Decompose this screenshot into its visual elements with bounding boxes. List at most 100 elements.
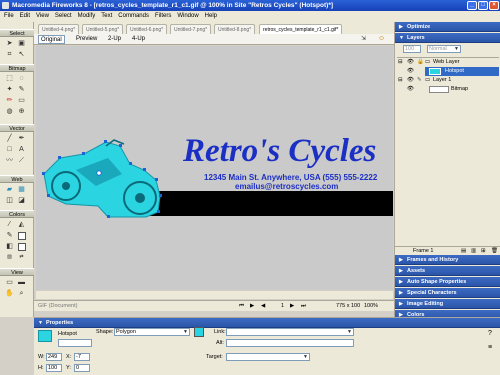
eye-icon[interactable]: 👁 [407, 76, 414, 85]
menu-file[interactable]: File [0, 13, 17, 19]
lasso-tool-icon[interactable]: ◌ [17, 74, 26, 83]
paint-bucket-icon[interactable]: ◭ [17, 220, 26, 229]
rectangle-tool-icon[interactable]: □ [5, 145, 14, 154]
show-slices-icon[interactable]: ◪ [17, 196, 26, 205]
tab-untitled-4[interactable]: Untitled-4.png* [38, 24, 80, 34]
pencil-icon[interactable]: ✎ [417, 76, 422, 85]
layer-row-web[interactable]: ⊟ 👁 🔒 ▭ Web Layer [395, 58, 500, 67]
blur-tool-icon[interactable]: ◍ [5, 107, 14, 116]
freeform-tool-icon[interactable]: 〰 [5, 156, 14, 165]
prev-frame-icon[interactable]: ◀ [261, 301, 265, 311]
play-icon[interactable]: ▶ [250, 301, 254, 311]
zoom-level[interactable]: 100% [364, 301, 378, 311]
eye-icon[interactable]: 👁 [407, 85, 414, 94]
x-field[interactable]: -7 [74, 353, 90, 361]
minimize-button[interactable]: _ [467, 1, 477, 10]
menu-view[interactable]: View [33, 13, 52, 19]
scale-tool-icon[interactable]: ▣ [17, 39, 26, 48]
shape-select[interactable]: Polygon ▼ [114, 328, 190, 336]
tab-retros-cycles[interactable]: retros_cycles_template_r1_c1.gif* [259, 24, 343, 34]
menu-window[interactable]: Window [174, 13, 201, 19]
layer-opacity-field[interactable]: 100 [403, 45, 421, 53]
layer-row-hotspot[interactable]: 👁 Hotspot [395, 67, 500, 76]
menu-filters[interactable]: Filters [152, 13, 174, 19]
eye-icon[interactable]: 👁 [407, 58, 414, 67]
hotspot-tool-icon[interactable]: ▰ [5, 185, 14, 194]
object-name-field[interactable] [58, 339, 92, 347]
panel-auto-shape-header[interactable]: ▶ Auto Shape Properties [395, 277, 500, 287]
rubber-stamp-icon[interactable]: ⊕ [17, 107, 26, 116]
default-colors-icon[interactable]: ▨ [5, 253, 14, 262]
pointer-tool-icon[interactable]: ➤ [5, 39, 14, 48]
hotspot-color-swatch[interactable] [194, 327, 204, 337]
lock-icon[interactable]: 🔒 [417, 58, 424, 67]
tab-untitled-7[interactable]: Untitled-7.png* [170, 24, 212, 34]
last-frame-icon[interactable]: ⏭ [301, 301, 306, 311]
first-frame-icon[interactable]: ⏮ [239, 301, 244, 311]
view-original-button[interactable]: Original [38, 35, 65, 44]
panel-frames-history-header[interactable]: ▶ Frames and History [395, 255, 500, 265]
menu-edit[interactable]: Edit [17, 13, 33, 19]
expand-icon[interactable]: ⊟ [398, 58, 403, 67]
alt-field[interactable] [226, 339, 354, 347]
layer-row-layer1[interactable]: ⊟ 👁 ✎ ▭ Layer 1 [395, 76, 500, 85]
view-2up-button[interactable]: 2-Up [106, 35, 123, 44]
slice-tool-icon[interactable]: ▦ [17, 185, 26, 194]
fill-color-swatch[interactable] [18, 243, 26, 251]
standard-screen-icon[interactable]: ▭ [5, 278, 14, 287]
expand-icon[interactable]: ⊟ [398, 76, 403, 85]
eye-icon[interactable]: 👁 [407, 67, 414, 76]
pencil-tool-icon[interactable]: ✏ [5, 96, 14, 105]
panel-layers-header[interactable]: ▼ Layers [395, 33, 500, 43]
close-button[interactable]: × [489, 1, 499, 10]
w-field[interactable]: 249 [46, 353, 62, 361]
full-screen-icon[interactable]: ▬ [17, 278, 26, 287]
panel-options-icon[interactable]: ≡ [488, 344, 492, 351]
target-select[interactable]: ▼ [226, 353, 310, 361]
menu-modify[interactable]: Modify [75, 13, 99, 19]
crop-tool-icon[interactable]: ⌗ [5, 50, 14, 59]
horizontal-scrollbar[interactable] [36, 291, 393, 299]
canvas[interactable]: Retro's Cycles 12345 Main St. Anywhere, … [36, 46, 393, 290]
marquee-tool-icon[interactable]: ⬚ [5, 74, 14, 83]
menu-select[interactable]: Select [52, 13, 75, 19]
text-tool-icon[interactable]: A [17, 145, 26, 154]
link-field[interactable]: ▼ [226, 328, 354, 336]
h-field[interactable]: 100 [46, 364, 62, 372]
page-icon[interactable]: ⬭ [377, 35, 386, 44]
menu-help[interactable]: Help [202, 13, 220, 19]
magic-wand-icon[interactable]: ✦ [5, 85, 14, 94]
hand-tool-icon[interactable]: ✋ [5, 289, 14, 298]
brush-tool-icon[interactable]: ✎ [17, 85, 26, 94]
layer-row-bitmap[interactable]: 👁 Bitmap [395, 85, 500, 94]
y-field[interactable]: 0 [74, 364, 90, 372]
knife-tool-icon[interactable]: ⟋ [17, 156, 26, 165]
tab-untitled-8[interactable]: Untitled-8.png* [214, 24, 256, 34]
stroke-color-swatch[interactable] [18, 232, 26, 240]
quick-export-icon[interactable]: ⇲ [359, 35, 368, 44]
stroke-color-icon[interactable]: ✎ [5, 231, 14, 240]
menu-text[interactable]: Text [98, 13, 115, 19]
fill-color-icon[interactable]: ◧ [5, 242, 14, 251]
subselect-tool-icon[interactable]: ↖ [17, 50, 26, 59]
pen-tool-icon[interactable]: ✒ [17, 134, 26, 143]
hide-slices-icon[interactable]: ◫ [5, 196, 14, 205]
hotspot-center-handle[interactable] [96, 170, 102, 176]
zoom-tool-icon[interactable]: ⌕ [17, 289, 26, 298]
menu-commands[interactable]: Commands [115, 13, 152, 19]
panel-image-editing-header[interactable]: ▶ Image Editing [395, 299, 500, 309]
view-4up-button[interactable]: 4-Up [130, 35, 147, 44]
panel-optimize-header[interactable]: ▶ Optimize [395, 22, 500, 32]
tab-untitled-5[interactable]: Untitled-5.png* [82, 24, 124, 34]
properties-header[interactable]: ▼ Properties [34, 318, 500, 328]
next-frame-icon[interactable]: ▶ [290, 301, 294, 311]
line-tool-icon[interactable]: ╱ [5, 134, 14, 143]
panel-assets-header[interactable]: ▶ Assets [395, 266, 500, 276]
eyedropper-tool-icon[interactable]: ⁄ [5, 220, 14, 229]
maximize-button[interactable]: □ [478, 1, 488, 10]
panel-special-chars-header[interactable]: ▶ Special Characters [395, 288, 500, 298]
eraser-tool-icon[interactable]: ▭ [17, 96, 26, 105]
swap-colors-icon[interactable]: ⇄ [17, 253, 26, 262]
blend-mode-select[interactable]: Normal ▼ [427, 45, 461, 53]
view-preview-button[interactable]: Preview [74, 35, 99, 44]
